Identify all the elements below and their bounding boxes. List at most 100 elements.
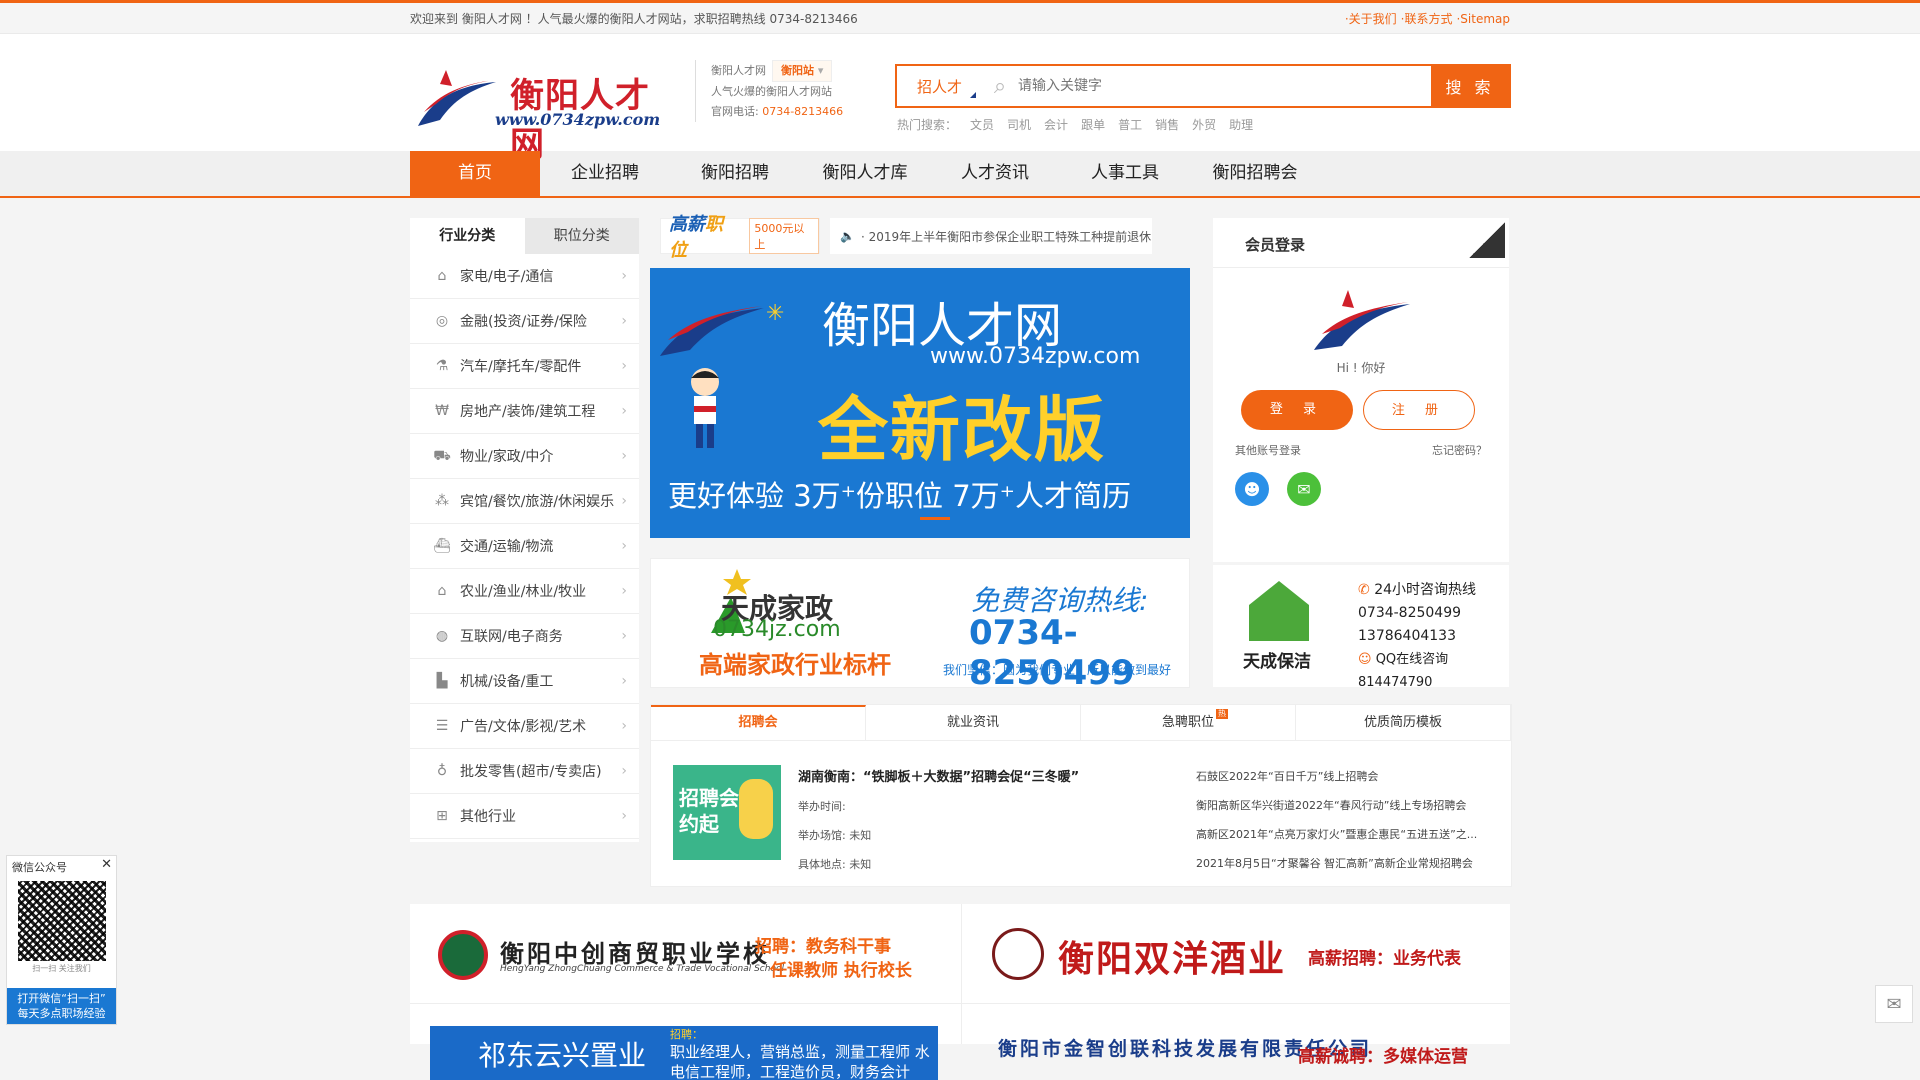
qq-login-icon[interactable]: ☻ (1235, 472, 1269, 506)
hot-keyword[interactable]: 助理 (1229, 118, 1253, 132)
category-item[interactable]: ⌂ 农业/渔业/林业/牧业 › (410, 569, 639, 614)
nav-talent-pool[interactable]: 衡阳人才库 (800, 151, 930, 196)
chevron-right-icon: › (621, 673, 627, 689)
nav-company-jobs[interactable]: 企业招聘 (540, 151, 670, 196)
ad-clean-name: 天成保洁 (1243, 652, 1311, 672)
close-icon[interactable]: ✕ (101, 857, 112, 872)
list-item[interactable]: 高新区2021年“点亮万家灯火”暨惠企惠民“五进五送”之... (1196, 820, 1501, 849)
login-button[interactable]: 登 录 (1241, 390, 1353, 430)
forgot-password-link[interactable]: 忘记密码？ (1432, 442, 1487, 458)
high-salary-title: 高薪职位 (669, 214, 723, 261)
ad-cleaning[interactable]: 天成保洁 ✆ 24小时咨询热线 0734-8250499 13786404133… (1213, 565, 1509, 690)
list-item[interactable]: 石鼓区2022年“百日千万”线上招聘会 (1196, 762, 1501, 791)
site-logo-icon (1314, 290, 1410, 350)
high-salary-badge[interactable]: 高薪职位 5000元以上 (660, 214, 820, 261)
ship-icon: ⛴ (433, 538, 451, 554)
category-item[interactable]: ☰ 广告/文体/影视/艺术 › (410, 704, 639, 749)
news-tabs-panel: 招聘会 就业资讯 急聘职位热 优质简历模板 招聘会 约起 湖南衡南：“铁脚板＋大… (650, 704, 1512, 887)
wechat-title: 微信公众号 (12, 861, 67, 874)
yuan-icon: ₩ (435, 403, 449, 419)
nav-hr-tools[interactable]: 人事工具 (1060, 151, 1190, 196)
chevron-right-icon: › (621, 628, 627, 644)
fair-place: 具体地点: 未知 (798, 858, 872, 871)
featured-fair-title[interactable]: 湖南衡南：“铁脚板＋大数据”招聘会促“三冬暖” (798, 763, 1079, 792)
qr-code-icon[interactable] (1469, 222, 1505, 258)
category-item[interactable]: ◎ 金融(投资/证券/保险 › (410, 299, 639, 344)
chevron-right-icon: › (621, 808, 627, 824)
about-link[interactable]: ·关于我们 (1345, 12, 1397, 26)
hot-keyword[interactable]: 文员 (970, 118, 994, 132)
category-item[interactable]: ⌂ 家电/电子/通信 › (410, 254, 639, 299)
site-logo[interactable]: 衡阳人才网 www.0734zpw.com (410, 60, 680, 165)
other-account-login[interactable]: 其他账号登录 (1235, 442, 1301, 458)
chat-icon[interactable]: ✉ (1875, 985, 1913, 1023)
carousel-indicator[interactable] (920, 517, 950, 520)
category-item[interactable]: ⛴ 交通/运输/物流 › (410, 524, 639, 569)
list-item[interactable]: 衡阳高新区华兴街道2022年“春风行动”线上专场招聘会 (1196, 791, 1501, 820)
tab-job-fair[interactable]: 招聘会 (651, 705, 866, 740)
ad-clean-phone1: 0734-8250499 (1358, 605, 1462, 621)
bottle-icon: ♁ (436, 763, 448, 779)
ad-housekeeping[interactable]: 天成家政 0734jz.com 高端家政行业标杆 免费咨询热线: 0734-82… (650, 558, 1190, 693)
sitemap-link[interactable]: ·Sitemap (1456, 12, 1510, 26)
hot-keyword[interactable]: 会计 (1044, 118, 1068, 132)
station-switch[interactable]: 衡阳站 ▾ (772, 60, 833, 82)
category-item[interactable]: ▙ 机械/设备/重工 › (410, 659, 639, 704)
top-links: ·关于我们 ·联系方式 ·Sitemap (1341, 10, 1510, 27)
register-button[interactable]: 注 册 (1363, 390, 1475, 430)
search-button[interactable]: 搜 索 (1431, 66, 1509, 106)
tab-position[interactable]: 职位分类 (524, 218, 639, 254)
chevron-right-icon: › (621, 718, 627, 734)
ad-c-hire: 职业经理人，营销总监，测量工程师 水电信工程师，工程造价员，财务会计 (670, 1043, 930, 1080)
hot-keyword[interactable]: 销售 (1155, 118, 1179, 132)
ad-clean-qq: 814474790 (1358, 675, 1433, 690)
wechat-footer: 打开微信“扫一扫” 每天多点职场经验 (7, 988, 116, 1024)
hot-keyword[interactable]: 普工 (1118, 118, 1142, 132)
greeting: Hi ! 你好 (1336, 361, 1386, 375)
ad-jz-hotline: 0734-8250499 (969, 613, 1135, 693)
ad-shuangyang-wine[interactable]: 衡阳双洋酒业 高薪招聘：业务代表 (962, 904, 1510, 1004)
search-category-select[interactable]: 招人才 (897, 66, 982, 106)
tab-resume-templates[interactable]: 优质简历模板 (1296, 705, 1511, 740)
hero-banner[interactable]: ✳ 衡阳人才网 www.0734zpw.com 全新改版 更好体验 3万⁺份职位… (650, 268, 1190, 538)
site-phone: 0734-8213466 (762, 105, 844, 118)
category-item[interactable]: ⚗ 汽车/摩托车/零配件 › (410, 344, 639, 389)
ad-jinzhi-tech[interactable]: 衡阳市金智创联科技发展有限责任公司 高薪诚聘：多媒体运营 (962, 1004, 1510, 1067)
tab-industry[interactable]: 行业分类 (410, 218, 525, 254)
notice-ticker[interactable]: 🔈 · 2019年上半年衡阳市参保企业职工特殊工种提前退休... (830, 218, 1152, 254)
job-fair-image[interactable]: 招聘会 约起 (673, 765, 781, 860)
nav-hengyang-jobs[interactable]: 衡阳招聘 (670, 151, 800, 196)
search-input[interactable] (1018, 66, 1431, 106)
category-item[interactable]: ◍ 互联网/电子商务 › (410, 614, 639, 659)
job-fair-image-text: 招聘会 约起 (679, 786, 739, 836)
category-item[interactable]: ₩ 房地产/装饰/建筑工程 › (410, 389, 639, 434)
category-item[interactable]: ⛟ 物业/家政/中介 › (410, 434, 639, 479)
category-item[interactable]: ♁ 批发零售(超市/专卖店) › (410, 749, 639, 794)
nav-home[interactable]: 首页 (410, 151, 540, 196)
category-item[interactable]: ⊞ 其他行业 › (410, 794, 639, 839)
login-title: 会员登录 (1213, 218, 1509, 268)
ad-jz-domain: 0734jz.com (713, 617, 841, 642)
hot-label: 热门搜索： (897, 118, 958, 132)
hot-keyword[interactable]: 跟单 (1081, 118, 1105, 132)
ad-yunxing-realty[interactable]: 祁东云兴置业 招聘： 职业经理人，营销总监，测量工程师 水电信工程师，工程造价员… (410, 1004, 962, 1080)
contact-link[interactable]: ·联系方式 (1401, 12, 1453, 26)
nav-job-fair[interactable]: 衡阳招聘会 (1190, 151, 1320, 196)
ad-zhongchuang-school[interactable]: 衡阳中创商贸职业学校 HengYang ZhongChuang Commerce… (410, 904, 962, 1004)
category-item[interactable]: ⁂ 宾馆/餐饮/旅游/休闲娱乐 › (410, 479, 639, 524)
hero-url: www.0734zpw.com (930, 344, 1141, 369)
tab-employment-news[interactable]: 就业资讯 (866, 705, 1081, 740)
nav-talent-news[interactable]: 人才资讯 (930, 151, 1060, 196)
wechat-login-icon[interactable]: ✉ (1287, 472, 1321, 506)
fair-time: 举办时间: (798, 800, 846, 813)
hot-keyword[interactable]: 司机 (1007, 118, 1031, 132)
list-item[interactable]: 2021年8月5日“才聚馨谷 智汇高新”高新企业常规招聘会 (1196, 849, 1501, 878)
chevron-right-icon: › (621, 448, 627, 464)
factory-icon: ▙ (436, 673, 448, 689)
chevron-right-icon: › (621, 538, 627, 554)
chevron-right-icon: › (621, 583, 627, 599)
hot-keyword[interactable]: 外贸 (1192, 118, 1216, 132)
tab-urgent-jobs[interactable]: 急聘职位热 (1081, 705, 1296, 740)
salary-range: 5000元以上 (749, 218, 819, 254)
ad-jz-promise: 我们坚信：因为我们专业，所以能做到最好 (943, 663, 1172, 677)
